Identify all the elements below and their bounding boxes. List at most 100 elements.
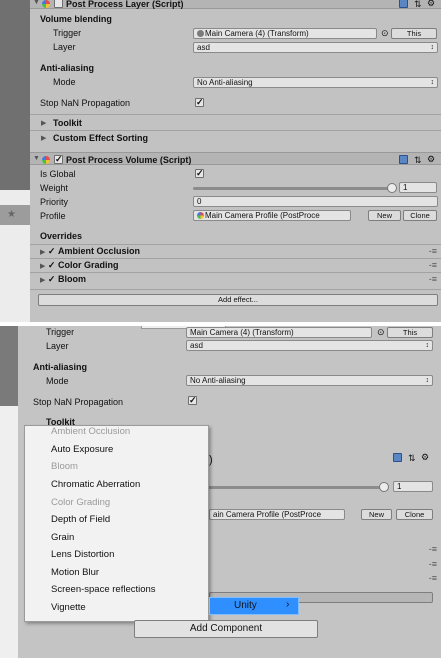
checkmark-icon: ✓: [189, 395, 197, 405]
star-icon[interactable]: ★: [7, 209, 16, 220]
override-item[interactable]: ▶ ✓ Ambient Occlusion: [40, 246, 140, 257]
clone-profile-button[interactable]: Clone: [403, 210, 437, 221]
menu-item-motion-blur[interactable]: Motion Blur: [51, 567, 99, 578]
override-item[interactable]: ▶ ✓ Bloom: [40, 274, 86, 285]
profile-label: Profile: [40, 211, 66, 221]
trigger-label: Trigger: [53, 28, 82, 38]
volume-blending-heading: Volume blending: [40, 14, 112, 24]
drag-handle-icon[interactable]: -≡: [429, 573, 437, 583]
profile-field[interactable]: ain Camera Profile (PostProce: [209, 509, 345, 520]
divider: [30, 130, 441, 131]
object-picker-icon[interactable]: ⊙: [377, 327, 385, 338]
this-button[interactable]: This: [391, 28, 437, 39]
override-item[interactable]: ▶ ✓ Color Grading: [40, 260, 118, 271]
scene-view-strip: [0, 326, 18, 658]
layer-dropdown[interactable]: asd: [186, 340, 433, 351]
preset-icon[interactable]: ⇅: [414, 155, 422, 166]
layer-dropdown[interactable]: asd: [193, 42, 438, 53]
menu-item-ambient-occlusion: Ambient Occlusion: [51, 426, 131, 437]
chevron-right-icon: ›: [286, 599, 290, 610]
unity-submenu-label: Unity: [234, 600, 257, 611]
new-profile-button[interactable]: New: [361, 509, 392, 520]
mode-label: Mode: [53, 77, 76, 87]
gear-icon[interactable]: ⚙: [421, 452, 429, 463]
foldout-arrow-icon[interactable]: ▶: [41, 134, 46, 142]
script-icon: [42, 155, 51, 165]
volume-component-title: Post Process Volume (Script): [66, 155, 192, 165]
divider: [30, 272, 441, 273]
weight-slider-track[interactable]: [209, 486, 385, 489]
menu-item-color-grading: Color Grading: [51, 497, 111, 508]
profile-field[interactable]: Main Camera Profile (PostProce: [193, 210, 351, 221]
priority-input[interactable]: 0: [193, 196, 438, 207]
weight-label: Weight: [40, 183, 68, 193]
drag-handle-icon[interactable]: -≡: [429, 559, 437, 569]
menu-item-grain[interactable]: Grain: [51, 532, 74, 543]
drag-handle-icon[interactable]: -≡: [429, 260, 437, 270]
divider: [30, 258, 441, 259]
menu-item-chromatic-aberration[interactable]: Chromatic Aberration: [51, 479, 140, 490]
menu-item-screen-space-reflections[interactable]: Screen-space reflections: [51, 584, 156, 595]
trigger-field[interactable]: Main Camera (4) (Transform): [193, 28, 377, 39]
menu-item-bloom: Bloom: [51, 461, 78, 472]
object-picker-icon[interactable]: ⊙: [381, 28, 389, 39]
menu-item-lens-distortion[interactable]: Lens Distortion: [51, 549, 114, 560]
clone-profile-button[interactable]: Clone: [396, 509, 433, 520]
weight-slider-handle[interactable]: [387, 183, 397, 193]
gear-icon[interactable]: ⚙: [427, 154, 435, 165]
weight-input[interactable]: 1: [399, 182, 437, 193]
preset-icon[interactable]: ⇅: [408, 453, 416, 464]
toolkit-foldout[interactable]: Toolkit: [53, 118, 82, 128]
drag-handle-icon[interactable]: -≡: [429, 246, 437, 256]
checkmark-icon: ✓: [55, 154, 63, 164]
header-fragment: ): [209, 454, 213, 466]
divider: [30, 114, 441, 115]
weight-slider-track[interactable]: [193, 187, 393, 190]
checkmark-icon: ✓: [196, 168, 204, 178]
stop-nan-label: Stop NaN Propagation: [33, 397, 124, 407]
inspector-bottom: Trigger Main Camera (4) (Transform) ⊙ Th…: [0, 326, 441, 658]
add-effect-button[interactable]: Add effect...: [38, 294, 438, 306]
gear-icon[interactable]: ⚙: [427, 0, 435, 9]
help-icon[interactable]: [399, 0, 408, 8]
mode-label: Mode: [46, 376, 69, 386]
new-profile-button[interactable]: New: [368, 210, 401, 221]
mode-dropdown[interactable]: No Anti-aliasing: [193, 77, 438, 88]
this-button[interactable]: This: [387, 327, 433, 338]
scene-thumbnail: [0, 0, 30, 190]
layer-enabled-checkbox[interactable]: [54, 0, 63, 8]
is-global-checkbox[interactable]: ✓: [195, 169, 204, 178]
layer-component-title: Post Process Layer (Script): [66, 0, 184, 9]
menu-item-depth-of-field[interactable]: Depth of Field: [51, 514, 110, 525]
add-component-button[interactable]: Add Component: [134, 620, 318, 638]
unity-submenu-item[interactable]: Unity ›: [209, 597, 299, 615]
menu-item-vignette[interactable]: Vignette: [51, 602, 86, 613]
foldout-arrow-icon[interactable]: ▼: [33, 0, 40, 6]
volume-enabled-checkbox[interactable]: ✓: [54, 155, 63, 164]
foldout-arrow-icon[interactable]: ▶: [41, 119, 46, 127]
layer-label: Layer: [53, 42, 76, 52]
add-effect-menu: Ambient Occlusion Auto Exposure Bloom Ch…: [24, 425, 209, 622]
stop-nan-checkbox[interactable]: ✓: [188, 396, 197, 405]
foldout-arrow-icon[interactable]: ▼: [33, 155, 40, 162]
weight-slider-handle[interactable]: [379, 482, 389, 492]
help-icon[interactable]: [399, 155, 408, 164]
override-list: ▶ ✓ Ambient Occlusion -≡ ▶ ✓ Color Gradi…: [0, 244, 441, 289]
drag-handle-icon[interactable]: -≡: [429, 274, 437, 284]
stop-nan-label: Stop NaN Propagation: [40, 98, 131, 108]
stop-nan-checkbox[interactable]: ✓: [195, 98, 204, 107]
checkmark-icon: ✓: [196, 97, 204, 107]
mode-dropdown[interactable]: No Anti-aliasing: [186, 375, 433, 386]
preset-icon[interactable]: ⇅: [414, 0, 422, 10]
is-global-label: Is Global: [40, 169, 76, 179]
layer-label: Layer: [46, 341, 69, 351]
inspector-top: ★ ▼ Post Process Layer (Script) ⇅ ⚙ Volu…: [0, 0, 441, 322]
weight-input[interactable]: 1: [393, 481, 433, 492]
drag-handle-icon[interactable]: -≡: [429, 544, 437, 554]
priority-label: Priority: [40, 197, 69, 207]
trigger-field[interactable]: Main Camera (4) (Transform): [186, 327, 372, 338]
menu-item-auto-exposure[interactable]: Auto Exposure: [51, 444, 113, 455]
overrides-heading: Overrides: [40, 231, 83, 241]
custom-effect-sorting-foldout[interactable]: Custom Effect Sorting: [53, 133, 148, 143]
help-icon[interactable]: [393, 453, 402, 462]
